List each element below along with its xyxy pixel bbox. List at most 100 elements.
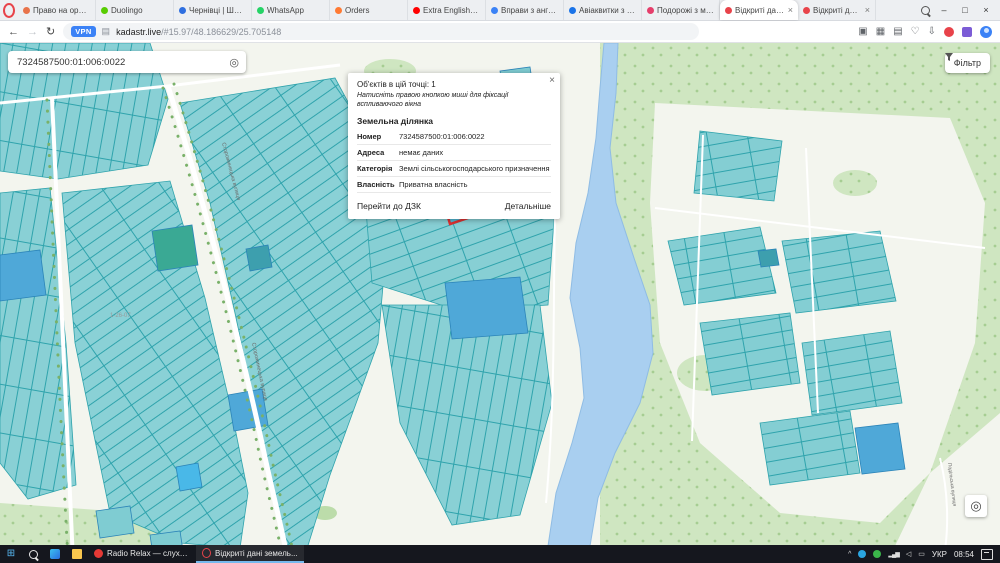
network-signal-icon[interactable]: ▂▄▆ xyxy=(888,551,898,558)
browser-tab[interactable]: Orders xyxy=(330,0,408,20)
page-info-icon[interactable]: ▤ xyxy=(102,26,111,37)
funnel-icon xyxy=(945,53,953,61)
address-path: /#15.97/48.186629/25.705148 xyxy=(161,27,281,37)
filter-button[interactable]: Фільтр xyxy=(945,53,990,73)
browser-tab[interactable]: Відкриті дані земел... × xyxy=(798,0,876,20)
tab-label: Чернівці | Швидше з... xyxy=(189,6,246,15)
window-minimize-button[interactable]: – xyxy=(937,5,951,15)
file-explorer-button[interactable] xyxy=(66,545,88,563)
tray-app-icon-blue[interactable] xyxy=(858,550,866,558)
taskbar-app-label: Radio Relax — слухат... xyxy=(107,549,190,558)
row-label: Категорія xyxy=(357,164,399,173)
opera-menu-button[interactable] xyxy=(0,0,18,20)
parcel-bright xyxy=(176,463,202,491)
bookmark-heart-icon[interactable]: ♡ xyxy=(911,26,920,37)
tab-favicon xyxy=(491,7,498,14)
addressbar-actions: ▣ ▦ ▤ ♡ ⇩ xyxy=(858,26,992,38)
parcel-green xyxy=(152,225,198,271)
browser-tab[interactable]: WhatsApp xyxy=(252,0,330,20)
vpn-badge[interactable]: VPN xyxy=(71,26,95,37)
taskbar-app-browser[interactable]: Відкриті дані земель... xyxy=(196,545,304,563)
address-text: kadastr.live/#15.97/48.186629/25.705148 xyxy=(116,27,281,37)
tray-expand-icon[interactable]: ^ xyxy=(848,551,851,558)
action-center-icon[interactable] xyxy=(981,549,993,560)
tray-app-icon-green[interactable] xyxy=(873,550,881,558)
volume-icon[interactable]: ◁ xyxy=(906,551,911,558)
row-label: Адреса xyxy=(357,148,399,157)
parcel-cluster xyxy=(760,411,860,485)
tab-label: Авіаквитки з Ясси | ... xyxy=(579,6,636,15)
popup-section-title: Земельна ділянка xyxy=(357,116,551,126)
forest-patch xyxy=(833,170,877,196)
popup-actions: Перейти до ДЗК Детальніше xyxy=(357,201,551,211)
windows-start-icon: ⊞ xyxy=(7,549,15,559)
tab-label: Duolingo xyxy=(111,6,168,15)
adblock-extension-icon[interactable] xyxy=(944,27,954,37)
taskbar-app-radio[interactable]: Radio Relax — слухат... xyxy=(88,545,196,563)
download-icon[interactable]: ⇩ xyxy=(928,26,936,37)
tab-search-icon[interactable] xyxy=(921,6,930,15)
popup-hint: Натисніть правою кнопкою миші для фіксац… xyxy=(357,91,551,109)
map-viewport[interactable]: Сторожинецька вулиця Сторожинецька вулиц… xyxy=(0,43,1000,545)
search-icon xyxy=(29,550,38,559)
taskbar-search-button[interactable] xyxy=(22,545,44,563)
browser-tab[interactable]: Право на оренду зе... xyxy=(18,0,96,20)
popup-close-icon[interactable]: × xyxy=(549,75,555,86)
popup-row: Адреса немає даних xyxy=(357,145,551,161)
forward-button[interactable]: → xyxy=(27,26,38,38)
goto-dzk-button[interactable]: Перейти до ДЗК xyxy=(357,201,421,211)
browser-tab[interactable]: Extra English 09 - Joli... xyxy=(408,0,486,20)
start-button[interactable]: ⊞ xyxy=(0,545,22,563)
tab-label: Подорожі з м. Ясси... xyxy=(657,6,714,15)
parcel-cluster xyxy=(700,313,800,395)
popup-row: Власність Приватна власність xyxy=(357,177,551,193)
parcel-teal xyxy=(758,249,779,267)
browser-tab-active[interactable]: Відкриті дані земельн... × xyxy=(720,0,798,20)
tab-favicon xyxy=(569,7,576,14)
tab-favicon xyxy=(101,7,108,14)
browser-tab[interactable]: Подорожі з м. Ясси... xyxy=(642,0,720,20)
folder-icon xyxy=(72,549,82,559)
parcel-blue xyxy=(445,277,528,339)
radio-app-icon xyxy=(94,549,103,558)
reload-button[interactable]: ↻ xyxy=(46,25,55,38)
tab-favicon xyxy=(647,7,654,14)
profile-avatar[interactable] xyxy=(980,26,992,38)
row-value: Землі сільськогосподарського призначення xyxy=(399,164,551,173)
browser-tab[interactable]: Duolingo xyxy=(96,0,174,20)
battery-icon[interactable]: ▭ xyxy=(918,551,925,558)
browser-tab[interactable]: Чернівці | Швидше з... xyxy=(174,0,252,20)
window-maximize-button[interactable]: □ xyxy=(958,5,972,15)
tab-close-icon[interactable]: × xyxy=(788,6,793,15)
tab-favicon xyxy=(23,7,30,14)
parcel-info-popup: × Об'єктів в цій точці: 1 Натисніть прав… xyxy=(348,73,560,219)
parcel-blue xyxy=(855,423,905,474)
browser-tab[interactable]: Вправи з англійськ... xyxy=(486,0,564,20)
parcel-blue xyxy=(0,250,46,301)
clock[interactable]: 08:54 xyxy=(954,550,974,559)
snapshot-icon[interactable]: ▣ xyxy=(858,26,867,37)
system-tray: ^ ▂▄▆ ◁ ▭ УКР 08:54 xyxy=(848,549,1000,560)
tab-close-icon[interactable]: × xyxy=(865,6,870,15)
browser-tab[interactable]: Авіаквитки з Ясси | ... xyxy=(564,0,642,20)
details-button[interactable]: Детальніше xyxy=(505,201,551,211)
wallet-icon[interactable]: ▤ xyxy=(893,26,902,37)
address-host: kadastr.live xyxy=(116,27,161,37)
tabbar-controls: – □ × xyxy=(914,5,1000,15)
parcel-teal xyxy=(96,506,134,538)
extensions-icon[interactable]: ▦ xyxy=(876,26,885,37)
parcel-cluster xyxy=(668,227,776,305)
locate-target-icon[interactable]: ◎ xyxy=(229,56,239,69)
window-close-button[interactable]: × xyxy=(979,5,993,15)
language-indicator[interactable]: УКР xyxy=(932,550,947,559)
map-search-input[interactable] xyxy=(15,56,225,69)
block-code-label: 1-26-07 xyxy=(110,313,131,319)
extension-icon[interactable] xyxy=(962,27,972,37)
pinned-app-button[interactable] xyxy=(44,545,66,563)
back-button[interactable]: ← xyxy=(8,26,19,38)
opera-logo-icon xyxy=(3,3,15,18)
geolocate-button[interactable]: ◎ xyxy=(965,495,987,517)
popup-row: Категорія Землі сільськогосподарського п… xyxy=(357,161,551,177)
url-field[interactable]: VPN ▤ kadastr.live/#15.97/48.186629/25.7… xyxy=(63,23,699,40)
tab-label: Право на оренду зе... xyxy=(33,6,90,15)
